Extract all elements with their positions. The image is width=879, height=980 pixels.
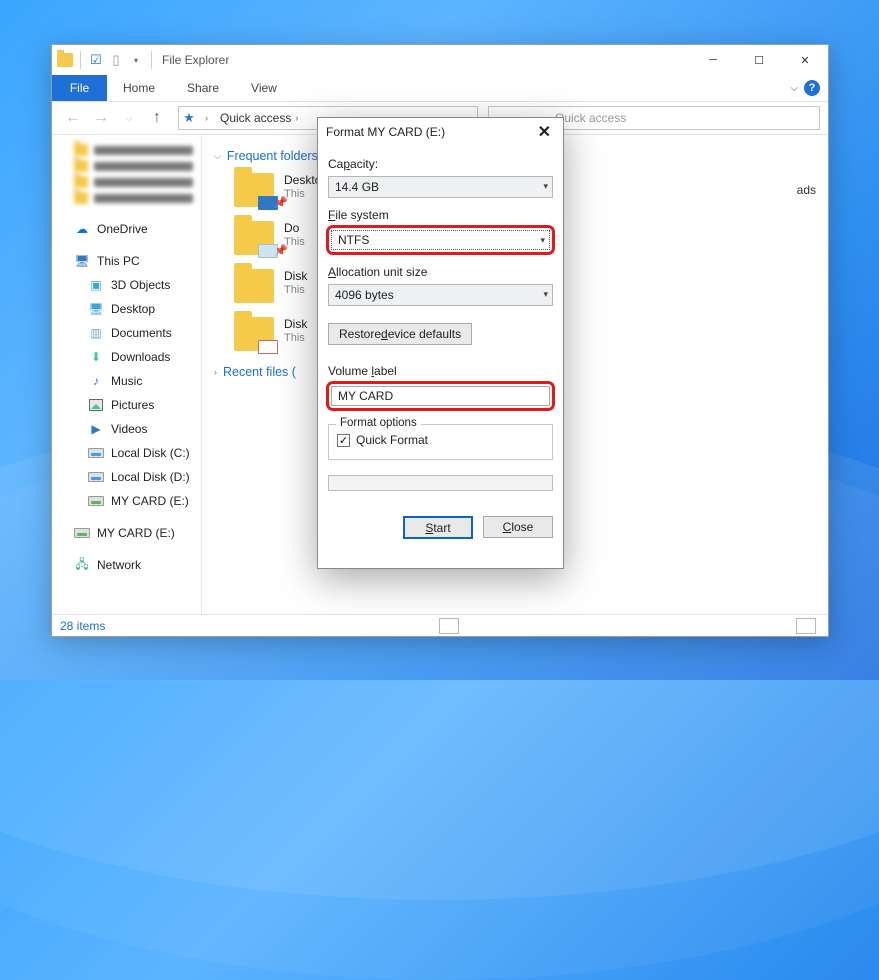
breadcrumb-quick-access[interactable]: Quick access › [214,111,304,125]
onedrive-icon: ☁ [74,221,90,237]
sidebar-videos[interactable]: ▶Videos [52,417,201,441]
title-bar: ☑ ▯ ▾ File Explorer ─ ☐ ✕ [52,45,828,75]
videos-icon: ▶ [88,421,104,437]
highlight-filesystem: NTFS▾ [326,225,555,255]
quick-access-icon: ★ [179,110,199,126]
forward-button[interactable]: → [88,105,114,131]
documents-icon: ▥ [88,325,104,341]
sidebar-local-disk-c[interactable]: Local Disk (C:) [52,441,201,465]
chevron-right-icon: › [214,367,217,377]
drive-icon [88,469,104,485]
progress-bar [328,475,553,491]
close-button[interactable]: Close [483,516,553,538]
restore-defaults-button[interactable]: Restore device defaults [328,323,472,345]
sidebar-my-card-root[interactable]: MY CARD (E:) [52,521,201,545]
navigation-pane: ☁OneDrive 🖥This PC ▣3D Objects 🖥Desktop … [52,135,202,614]
ribbon-expand-icon[interactable]: ⌵ [790,83,798,94]
close-button[interactable]: ✕ [782,45,828,75]
dialog-close-button[interactable]: ✕ [534,122,555,142]
behind-dialog-text: ads [797,183,816,197]
sidebar-3d-objects[interactable]: ▣3D Objects [52,273,201,297]
pictures-icon [88,397,104,413]
sidebar-my-card-e[interactable]: MY CARD (E:) [52,489,201,513]
usb-drive-icon [74,525,90,541]
volume-label-input[interactable]: MY CARD [331,386,550,406]
sidebar-this-pc[interactable]: 🖥This PC [52,249,201,273]
recent-locations-icon[interactable]: ⌵ [116,105,142,131]
pin-icon: 📌 [274,244,288,257]
sidebar-music[interactable]: ♪Music [52,369,201,393]
help-icon[interactable]: ? [804,80,820,96]
chevron-down-icon: ▾ [543,181,548,192]
pin-icon: 📌 [274,196,288,209]
quick-format-checkbox[interactable]: ✓ Quick Format [337,433,544,447]
qat-dropdown-icon[interactable]: ▾ [127,51,145,69]
allocation-select[interactable]: 4096 bytes▾ [328,284,553,306]
format-options-legend: Format options [336,417,421,429]
usb-drive-icon [88,493,104,509]
allocation-label: Allocation unit size [328,265,553,279]
large-icons-view-button[interactable] [796,618,816,634]
sidebar-onedrive[interactable]: ☁OneDrive [52,217,201,241]
capacity-select[interactable]: 14.4 GB▾ [328,176,553,198]
tab-view[interactable]: View [235,75,293,101]
ribbon-tabs: File Home Share View ⌵ ? [52,75,828,101]
sidebar-downloads[interactable]: ⬇Downloads [52,345,201,369]
sidebar-desktop[interactable]: 🖥Desktop [52,297,201,321]
chevron-down-icon: ⌵ [214,151,221,162]
qat-checkbox-icon[interactable]: ☑ [87,51,105,69]
filesystem-label: File system [328,208,553,222]
music-icon: ♪ [88,373,104,389]
network-icon: 🖧 [74,557,90,573]
up-button[interactable]: ↑ [144,105,170,131]
qat-doc-icon[interactable]: ▯ [107,51,125,69]
back-button[interactable]: ← [60,105,86,131]
highlight-volume-label: MY CARD [326,381,555,411]
filesystem-select[interactable]: NTFS▾ [331,230,550,250]
tab-home[interactable]: Home [107,75,171,101]
capacity-label: Capacity: [328,157,553,171]
details-view-button[interactable] [439,618,459,634]
chevron-down-icon: ▾ [543,289,548,300]
minimize-button[interactable]: ─ [690,45,736,75]
format-dialog: Format MY CARD (E:) ✕ Capacity: 14.4 GB▾… [317,117,564,569]
folder-icon [56,51,74,69]
sidebar-local-disk-d[interactable]: Local Disk (D:) [52,465,201,489]
dialog-title-bar: Format MY CARD (E:) ✕ [318,118,563,146]
window-title: File Explorer [162,53,229,67]
drive-icon [88,445,104,461]
sidebar-network[interactable]: 🖧Network [52,553,201,577]
pc-icon: 🖥 [74,253,90,269]
dialog-title: Format MY CARD (E:) [326,125,445,139]
chevron-down-icon: ▾ [540,235,545,246]
item-count: 28 items [60,619,105,633]
downloads-icon: ⬇ [88,349,104,365]
checkbox-icon: ✓ [337,434,350,447]
cube-icon: ▣ [88,277,104,293]
tab-share[interactable]: Share [171,75,235,101]
maximize-button[interactable]: ☐ [736,45,782,75]
sidebar-pictures[interactable]: Pictures [52,393,201,417]
start-button[interactable]: Start [403,516,473,539]
desktop-icon: 🖥 [88,301,104,317]
volume-label-label: Volume label [328,364,553,378]
sidebar-documents[interactable]: ▥Documents [52,321,201,345]
file-tab[interactable]: File [52,75,107,101]
status-bar: 28 items [52,614,828,636]
